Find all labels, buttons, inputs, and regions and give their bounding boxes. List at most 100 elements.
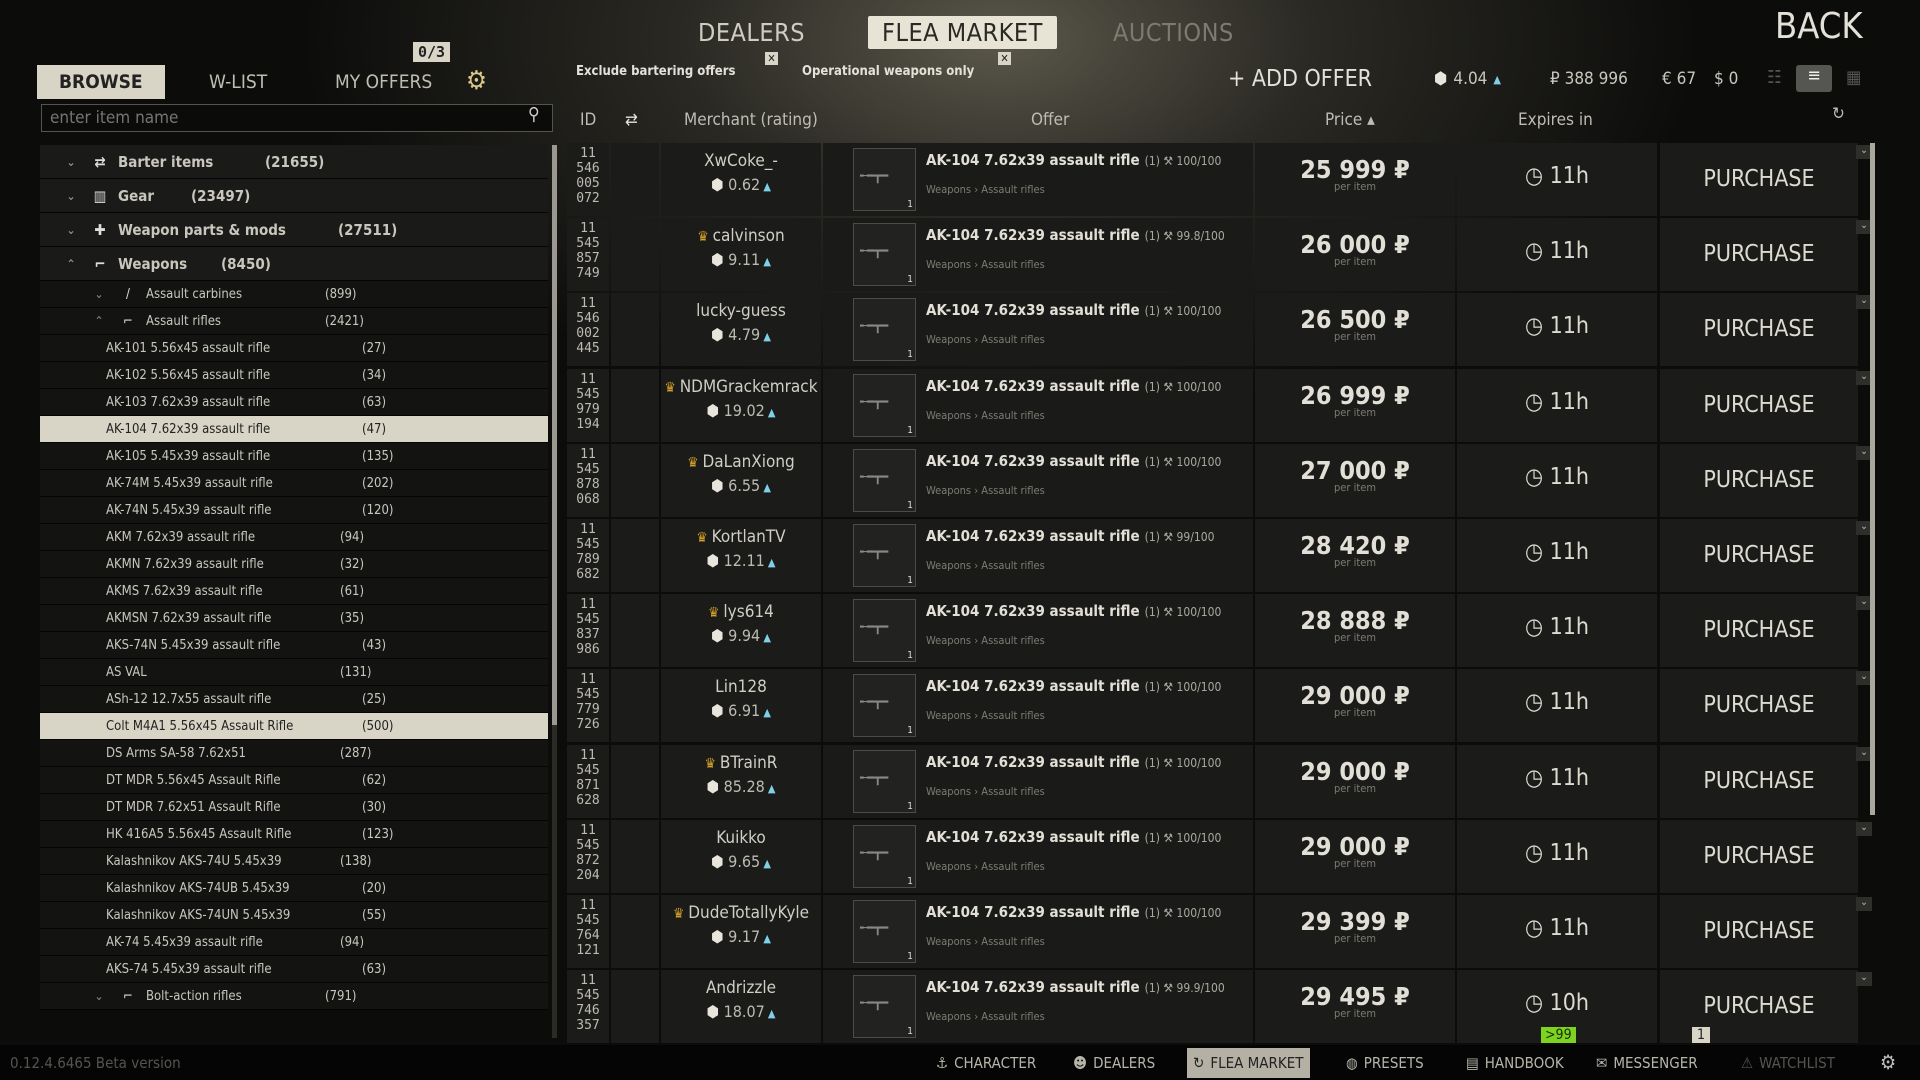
tab-dealers[interactable]: DEALERS (698, 18, 805, 47)
tree-item[interactable]: ⌄ ⌐ Bolt-action rifles (791) (40, 983, 548, 1010)
item-thumbnail[interactable]: ╾━┳━ 1 (853, 298, 916, 362)
tree-item[interactable]: AK-104 7.62x39 assault rifle (47) (40, 416, 548, 443)
filter-operational-weapons[interactable]: Operational weapons only (802, 64, 974, 79)
filter-operational-weapons-checkbox[interactable]: ✕ (998, 52, 1011, 65)
tree-item[interactable]: AK-74 5.45x39 assault rifle (94) (40, 929, 548, 956)
chevron-down-icon[interactable]: ⌄ (64, 155, 78, 169)
tree-item[interactable]: AK-103 7.62x39 assault rifle (63) (40, 389, 548, 416)
purchase-button[interactable]: PURCHASE (1660, 669, 1858, 743)
chevron-down-icon[interactable]: ⌄ (64, 189, 78, 203)
merchant-name[interactable]: DaLanXiong (703, 452, 795, 472)
tree-item[interactable]: DS Arms SA-58 7.62x51 (287) (40, 740, 548, 767)
purchase-button[interactable]: PURCHASE (1660, 519, 1858, 592)
purchase-button[interactable]: PURCHASE (1660, 143, 1858, 216)
tree-item[interactable]: AK-74N 5.45x39 assault rifle (120) (40, 497, 548, 524)
item-thumbnail[interactable]: ╾━┳━ 1 (853, 599, 916, 663)
tree-item[interactable]: DT MDR 7.62x51 Assault Rifle (30) (40, 794, 548, 821)
merchant-cell[interactable]: Kuikko ⬢ 9.65 ▲ (661, 819, 821, 893)
tab-browse[interactable]: BROWSE (37, 65, 165, 99)
merchant-cell[interactable]: ♛ NDMGrackemrack ⬢ 19.02 ▲ (661, 368, 821, 442)
bottom-nav-character[interactable]: ⚓ CHARACTER (930, 1048, 1042, 1078)
tree-item[interactable]: AK-102 5.56x45 assault rifle (34) (40, 362, 548, 389)
merchant-cell[interactable]: ♛ lys614 ⬢ 9.94 ▲ (661, 594, 821, 668)
merchant-name[interactable]: BTrainR (720, 753, 778, 773)
merchant-cell[interactable]: Andrizzle ⬢ 18.07 ▲ (661, 970, 821, 1044)
column-id[interactable]: ID (580, 110, 596, 130)
item-thumbnail[interactable]: ╾━┳━ 1 (853, 824, 916, 888)
merchant-cell[interactable]: ♛ DaLanXiong ⬢ 6.55 ▲ (661, 443, 821, 517)
tree-item[interactable]: AS VAL (131) (40, 659, 548, 686)
tree-item[interactable]: DT MDR 5.56x45 Assault Rifle (62) (40, 767, 548, 794)
tree-item[interactable]: AKMSN 7.62x39 assault rifle (35) (40, 605, 548, 632)
sidebar-scrollbar-thumb[interactable] (552, 145, 557, 725)
item-thumbnail[interactable]: ╾━┳━ 1 (853, 373, 916, 437)
chevron-down-icon[interactable]: ⌄ (92, 287, 106, 301)
purchase-button[interactable]: PURCHASE (1660, 594, 1858, 668)
settings-icon[interactable]: ⚙ (1880, 1050, 1896, 1074)
merchant-name[interactable]: NDMGrackemrack (680, 377, 818, 397)
item-name[interactable]: AK-104 7.62x39 assault rifle (926, 301, 1140, 319)
chevron-down-icon[interactable]: ⌄ (92, 989, 106, 1003)
bottom-nav-presets[interactable]: ◍ PRESETS (1340, 1048, 1430, 1078)
tab-wishlist[interactable]: W-LIST (209, 71, 267, 93)
merchant-cell[interactable]: XwCoke_- ⬢ 0.62 ▲ (661, 143, 821, 216)
item-name[interactable]: AK-104 7.62x39 assault rifle (926, 452, 1140, 470)
filter-exclude-bartering-checkbox[interactable]: ✕ (765, 52, 778, 65)
item-name[interactable]: AK-104 7.62x39 assault rifle (926, 226, 1140, 244)
item-thumbnail[interactable]: ╾━┳━ 1 (853, 900, 916, 963)
bottom-nav-watchlist[interactable]: ⚠ WATCHLIST (1735, 1048, 1841, 1078)
merchant-name[interactable]: Lin128 (715, 677, 767, 697)
bottom-nav-flea-market[interactable]: ↻ FLEA MARKET (1187, 1048, 1310, 1078)
item-name[interactable]: AK-104 7.62x39 assault rifle (926, 978, 1140, 996)
tree-item[interactable]: ⌄ ✚ Weapon parts & mods (27511) (40, 213, 548, 247)
tab-auctions[interactable]: AUCTIONS (1113, 18, 1234, 47)
purchase-button[interactable]: PURCHASE (1660, 218, 1858, 292)
merchant-cell[interactable]: ♛ BTrainR ⬢ 85.28 ▲ (661, 744, 821, 818)
item-thumbnail[interactable]: ╾━┳━ 1 (853, 749, 916, 813)
tab-flea-market[interactable]: FLEA MARKET (868, 16, 1057, 49)
tree-item[interactable]: ⌄ / Assault carbines (899) (40, 281, 548, 308)
expand-chevron-icon[interactable]: ⌄ (1856, 897, 1872, 911)
merchant-name[interactable]: calvinson (713, 226, 785, 246)
tree-item[interactable]: HK 416A5 5.56x45 Assault Rifle (123) (40, 821, 548, 848)
item-name[interactable]: AK-104 7.62x39 assault rifle (926, 753, 1140, 771)
merchant-cell[interactable]: Lin128 ⬢ 6.91 ▲ (661, 669, 821, 743)
tab-my-offers[interactable]: MY OFFERS (335, 71, 432, 93)
tree-item[interactable]: AKMS 7.62x39 assault rifle (61) (40, 578, 548, 605)
item-thumbnail[interactable]: ╾━┳━ 1 (853, 674, 916, 738)
back-button[interactable]: BACK (1775, 6, 1863, 47)
purchase-button[interactable]: PURCHASE (1660, 970, 1858, 1044)
bottom-nav-handbook[interactable]: ▤ HANDBOOK (1460, 1048, 1570, 1078)
tree-item[interactable]: ⌄ ▥ Gear (23497) (40, 179, 548, 213)
merchant-name[interactable]: XwCoke_- (704, 151, 778, 171)
chevron-up-icon[interactable]: ⌃ (64, 257, 78, 271)
column-price[interactable]: Price ▴ (1325, 110, 1375, 130)
item-name[interactable]: AK-104 7.62x39 assault rifle (926, 677, 1140, 695)
purchase-button[interactable]: PURCHASE (1660, 293, 1858, 367)
purchase-button[interactable]: PURCHASE (1660, 443, 1858, 517)
view-grid-icon[interactable]: ▦ (1846, 67, 1861, 88)
tree-item[interactable]: ASh-12 12.7x55 assault rifle (25) (40, 686, 548, 713)
tree-item[interactable]: Kalashnikov AKS-74U 5.45x39 (138) (40, 848, 548, 875)
merchant-cell[interactable]: ♛ calvinson ⬢ 9.11 ▲ (661, 218, 821, 292)
purchase-button[interactable]: PURCHASE (1660, 819, 1858, 893)
offers-scrollbar[interactable] (1870, 143, 1875, 815)
view-detailed-list-icon[interactable]: ☷ (1767, 67, 1782, 88)
expand-chevron-icon[interactable]: ⌄ (1856, 972, 1872, 987)
purchase-button[interactable]: PURCHASE (1660, 744, 1858, 818)
bottom-nav-messenger[interactable]: ✉ MESSENGER (1590, 1048, 1704, 1078)
barter-toggle-icon[interactable]: ⇄ (625, 110, 638, 130)
item-name[interactable]: AK-104 7.62x39 assault rifle (926, 151, 1140, 169)
tree-item[interactable]: AKMN 7.62x39 assault rifle (32) (40, 551, 548, 578)
column-expires[interactable]: Expires in (1518, 110, 1593, 130)
tree-item[interactable]: ⌃ ⌐ Assault rifles (2421) (40, 308, 548, 335)
search-icon[interactable]: ⚲ (528, 104, 540, 125)
merchant-cell[interactable]: lucky-guess ⬢ 4.79 ▲ (661, 293, 821, 367)
tree-item[interactable]: AK-101 5.56x45 assault rifle (27) (40, 335, 548, 362)
tree-item[interactable]: AKM 7.62x39 assault rifle (94) (40, 524, 548, 551)
item-thumbnail[interactable]: ╾━┳━ 1 (853, 524, 916, 587)
tree-item[interactable]: ⌃ ⌐ Weapons (8450) (40, 247, 548, 281)
item-thumbnail[interactable]: ╾━┳━ 1 (853, 148, 916, 211)
item-name[interactable]: AK-104 7.62x39 assault rifle (926, 377, 1140, 395)
item-name[interactable]: AK-104 7.62x39 assault rifle (926, 903, 1140, 921)
